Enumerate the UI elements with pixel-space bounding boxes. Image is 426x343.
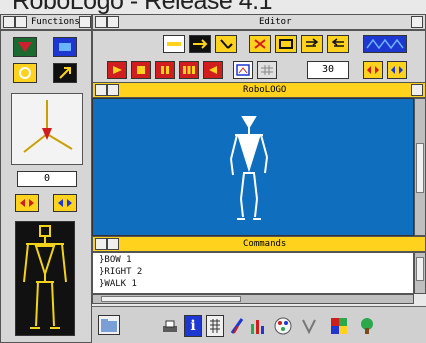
grid-icon[interactable] xyxy=(257,61,277,79)
move-right-icon[interactable] xyxy=(189,35,211,53)
font-icon[interactable] xyxy=(298,315,320,337)
editor-toolbar: 30 xyxy=(92,30,426,86)
back-icon[interactable] xyxy=(107,16,119,28)
view-icon[interactable] xyxy=(13,37,37,57)
animation-strip-icon[interactable] xyxy=(363,35,407,53)
stage-titlebar[interactable]: RoboLOGO xyxy=(92,82,426,98)
arrow-icon[interactable] xyxy=(53,63,77,83)
swap-icon[interactable] xyxy=(53,194,77,212)
back-icon[interactable] xyxy=(107,238,119,250)
camera-icon[interactable] xyxy=(53,37,77,57)
functions-panel: 0 xyxy=(0,30,92,343)
commands-vertical-scrollbar[interactable] xyxy=(414,252,426,294)
command-line[interactable]: }RIGHT 2 xyxy=(99,267,142,277)
printer-icon[interactable] xyxy=(160,317,180,337)
stop-icon[interactable] xyxy=(131,61,151,79)
commands-title: Commands xyxy=(243,239,287,249)
functions-titlebar[interactable]: Functions xyxy=(0,14,92,30)
command-line[interactable]: }BOW 1 xyxy=(99,255,132,265)
toggle-size-icon[interactable] xyxy=(411,84,423,96)
icon-bar: i xyxy=(92,306,426,343)
toggle-size-icon[interactable] xyxy=(79,16,91,28)
close-icon[interactable] xyxy=(95,84,107,96)
close-icon[interactable] xyxy=(95,238,107,250)
stage-vertical-scrollbar[interactable] xyxy=(414,98,426,236)
info-icon[interactable]: i xyxy=(184,315,202,337)
axis-gizmo[interactable] xyxy=(11,93,83,165)
header-caption: RoboLogo - Release 4.1 xyxy=(12,0,273,15)
exchange-icon[interactable] xyxy=(387,61,407,79)
pause-icon[interactable] xyxy=(155,61,175,79)
rotate-icon[interactable] xyxy=(13,63,37,83)
colour-picker-icon[interactable] xyxy=(328,315,350,337)
flip-icon[interactable] xyxy=(363,61,383,79)
close-icon[interactable] xyxy=(3,16,15,28)
functions-title: Functions xyxy=(31,17,80,27)
cross-icon[interactable] xyxy=(249,35,271,53)
skeleton-preview xyxy=(15,221,75,336)
draw-icon[interactable] xyxy=(228,315,246,337)
pivot-icon[interactable] xyxy=(215,35,237,53)
editor-title: Editor xyxy=(259,17,292,27)
editor-titlebar[interactable]: Editor xyxy=(92,14,426,30)
step-value-field[interactable]: 30 xyxy=(307,61,349,79)
scroll-thumb[interactable] xyxy=(101,296,241,302)
mirror-icon[interactable] xyxy=(15,194,39,212)
commands-titlebar[interactable]: Commands xyxy=(92,236,426,252)
select-tool-icon[interactable] xyxy=(163,35,185,53)
filer-icon[interactable] xyxy=(98,315,120,335)
step-back-icon[interactable] xyxy=(327,35,349,53)
frame-icon[interactable] xyxy=(275,35,297,53)
calculator-icon[interactable] xyxy=(206,315,224,337)
plant-icon[interactable] xyxy=(356,315,378,337)
commands-horizontal-scrollbar[interactable] xyxy=(92,294,414,304)
counter-field[interactable]: 0 xyxy=(17,171,77,187)
play-icon[interactable] xyxy=(107,61,127,79)
toggle-size-icon[interactable] xyxy=(411,16,423,28)
scroll-thumb[interactable] xyxy=(416,143,424,193)
stage-title: RoboLOGO xyxy=(243,85,287,95)
commands-area[interactable]: }BOW 1 }RIGHT 2 }WALK 1 xyxy=(92,252,414,294)
frames-icon[interactable] xyxy=(179,61,199,79)
back-icon[interactable] xyxy=(15,16,27,28)
stage-canvas[interactable] xyxy=(92,98,414,236)
step-forward-icon[interactable] xyxy=(301,35,323,53)
robot-figure xyxy=(230,116,268,220)
back-icon[interactable] xyxy=(107,84,119,96)
scroll-thumb[interactable] xyxy=(416,257,424,281)
chart-icon[interactable] xyxy=(248,315,268,337)
command-line[interactable]: }WALK 1 xyxy=(99,279,137,289)
close-icon[interactable] xyxy=(95,16,107,28)
palette-icon[interactable] xyxy=(272,315,294,337)
rewind-icon[interactable] xyxy=(203,61,223,79)
snapshot-icon[interactable] xyxy=(233,61,253,79)
